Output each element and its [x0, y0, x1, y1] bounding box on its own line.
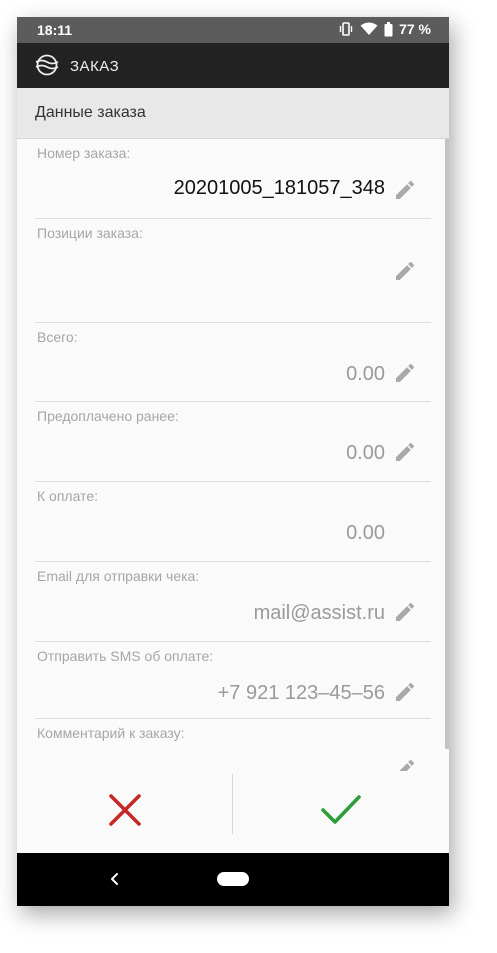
assist-logo-icon [35, 54, 59, 81]
wifi-icon [360, 22, 378, 36]
navigation-bar [17, 853, 449, 906]
field-label: Номер заказа: [37, 145, 131, 161]
battery-percent: 77 % [399, 21, 431, 37]
to-pay-value: 0.00 [346, 522, 385, 544]
field-order-items: Позиции заказа: [35, 219, 431, 323]
edit-pencil-icon[interactable] [393, 600, 417, 624]
edit-pencil-icon[interactable] [393, 178, 417, 202]
vibrate-icon [338, 22, 354, 36]
order-form[interactable]: Номер заказа: 20201005_181057_348 Позици… [17, 139, 449, 771]
back-chevron-icon[interactable] [105, 869, 125, 889]
edit-pencil-icon[interactable] [393, 757, 417, 771]
field-to-pay: К оплате: 0.00 [35, 482, 431, 562]
confirm-button[interactable] [233, 771, 448, 853]
status-time: 18:11 [37, 22, 73, 38]
field-label: Комментарий к заказу: [37, 725, 185, 741]
close-icon [108, 793, 142, 832]
home-pill-button[interactable] [217, 872, 249, 886]
edit-pencil-icon[interactable] [393, 361, 417, 385]
edit-pencil-icon[interactable] [393, 259, 417, 283]
field-label: Позиции заказа: [37, 225, 143, 241]
scrollbar[interactable] [445, 139, 449, 749]
section-title: Данные заказа [35, 104, 146, 121]
field-label: Всего: [37, 329, 78, 345]
edit-pencil-icon[interactable] [393, 440, 417, 464]
app-title: ЗАКАЗ [70, 58, 120, 75]
check-icon [320, 794, 362, 831]
field-prepaid: Предоплачено ранее: 0.00 [35, 402, 431, 482]
status-bar: 18:11 77 % [17, 17, 449, 43]
status-icons: 77 % [338, 21, 431, 37]
app-bar: ЗАКАЗ [17, 43, 449, 88]
action-bar [17, 771, 449, 853]
field-label: Email для отправки чека: [37, 568, 200, 584]
field-email: Email для отправки чека: mail@assist.ru [35, 562, 431, 642]
field-sms: Отправить SMS об оплате: +7 921 123–45–5… [35, 642, 431, 719]
field-label: Отправить SMS об оплате: [37, 648, 214, 664]
section-header: Данные заказа [17, 88, 449, 139]
field-total: Всего: 0.00 [35, 323, 431, 402]
field-label: К оплате: [37, 488, 98, 504]
phone-screen: 18:11 77 % ЗАКАЗ Данные заказа Номер зак… [17, 17, 449, 906]
field-label: Предоплачено ранее: [37, 408, 179, 424]
email-value[interactable]: mail@assist.ru [254, 602, 385, 625]
order-number-value[interactable]: 20201005_181057_348 [174, 177, 385, 200]
field-comment: Комментарий к заказу: [35, 719, 431, 771]
edit-pencil-icon[interactable] [393, 680, 417, 704]
sms-phone-value[interactable]: +7 921 123–45–56 [218, 682, 385, 705]
battery-icon [384, 21, 393, 37]
prepaid-value[interactable]: 0.00 [346, 442, 385, 465]
field-order-number: Номер заказа: 20201005_181057_348 [35, 139, 431, 219]
cancel-button[interactable] [17, 771, 232, 853]
total-value[interactable]: 0.00 [346, 363, 385, 386]
